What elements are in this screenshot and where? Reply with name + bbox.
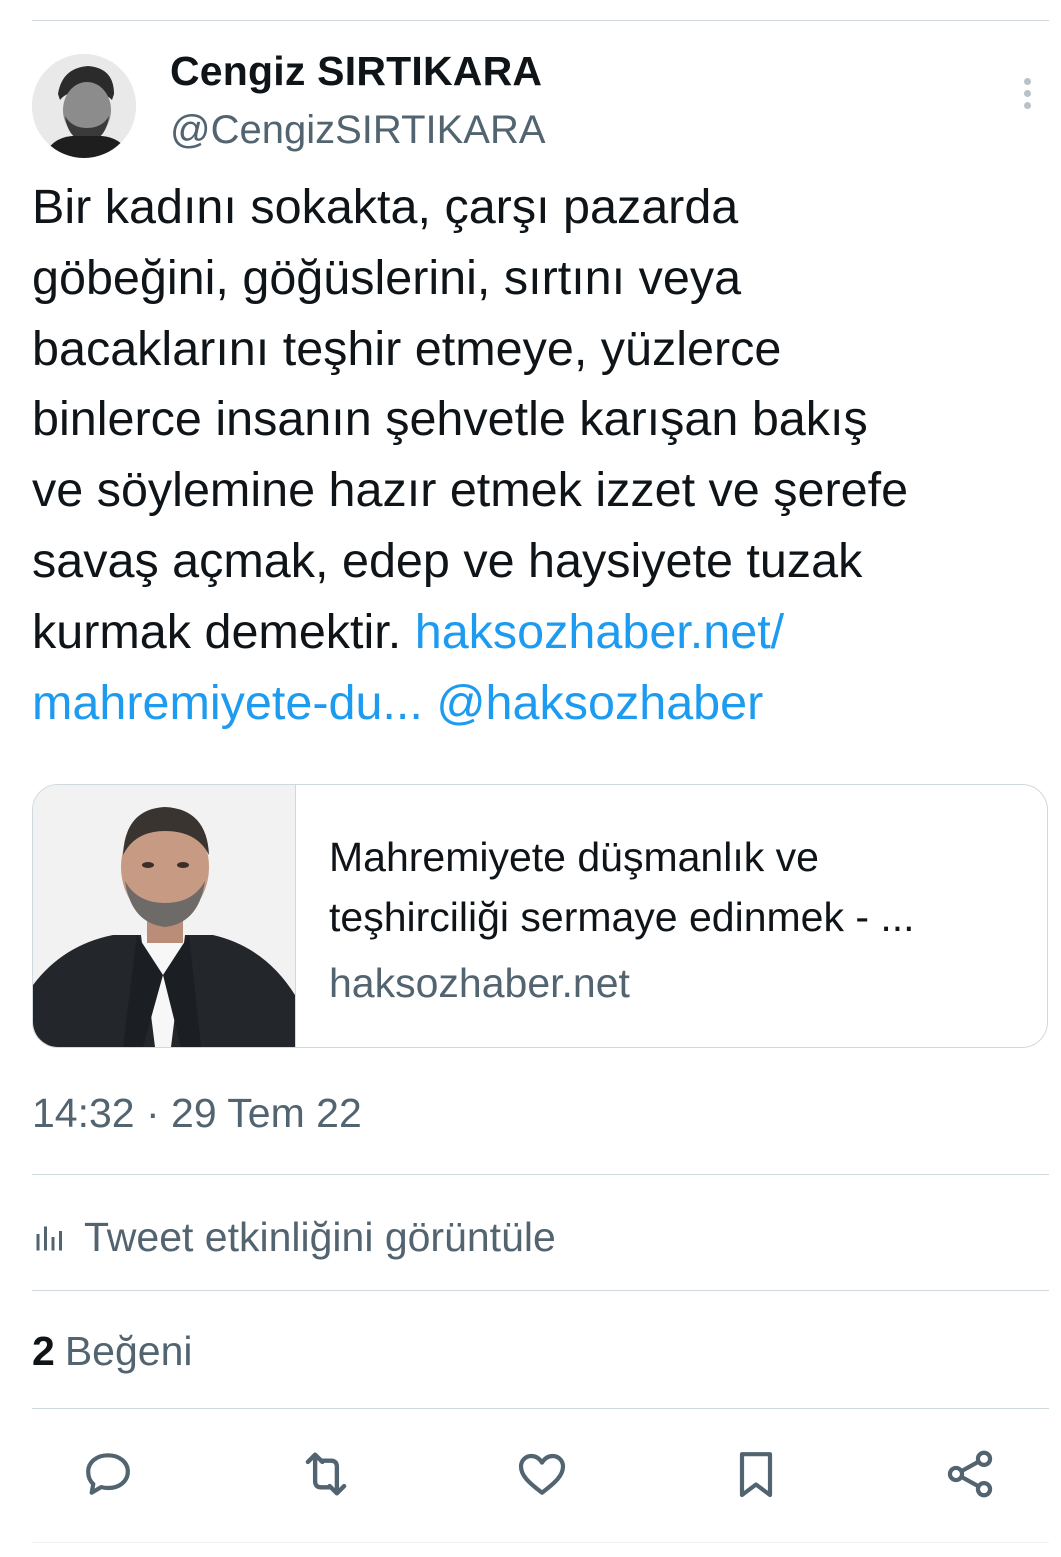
more-vertical-icon[interactable] bbox=[1015, 78, 1039, 112]
link-preview-card[interactable]: Mahremiyete düşmanlık ve teşhirciliği se… bbox=[32, 784, 1048, 1048]
reply-icon bbox=[86, 1453, 130, 1495]
bar-chart-icon bbox=[36, 1226, 62, 1251]
view-activity-button[interactable]: Tweet etkinliğini görüntüle bbox=[32, 1210, 556, 1264]
bookmark-button[interactable] bbox=[726, 1444, 786, 1504]
divider bbox=[32, 1408, 1049, 1409]
tweet-link[interactable]: haksozhaber.net/ bbox=[415, 605, 784, 659]
tweet-line: binlerce insanın şehvetle karışan bakış bbox=[32, 392, 868, 447]
author-handle[interactable]: @CengizSIRTIKARA bbox=[170, 108, 546, 153]
author-avatar[interactable] bbox=[32, 54, 136, 158]
likes-label: Beğeni bbox=[64, 1328, 193, 1374]
reply-button[interactable] bbox=[78, 1444, 138, 1504]
top-divider bbox=[32, 20, 1049, 21]
divider bbox=[32, 1174, 1049, 1175]
tweet-timestamp[interactable]: 14:32 · 29 Tem 22 bbox=[32, 1090, 362, 1137]
tweet-line: Bir kadını sokakta, çarşı pazarda bbox=[32, 180, 739, 234]
likes-summary[interactable]: 2 Beğeni bbox=[32, 1328, 192, 1375]
retweet-icon bbox=[305, 1452, 347, 1496]
avatar-photo bbox=[32, 54, 136, 158]
tweet-line: ve söylemine hazır etmek izzet ve şerefe bbox=[32, 463, 909, 518]
bookmark-icon bbox=[739, 1452, 773, 1498]
view-activity-label: Tweet etkinliğini görüntüle bbox=[84, 1213, 556, 1260]
tweet-link-continued[interactable]: mahremiyete-du... bbox=[32, 676, 423, 730]
card-thumbnail bbox=[33, 785, 296, 1047]
likes-count: 2 bbox=[32, 1328, 55, 1374]
tweet-text: Bir kadını sokakta, çarşı pazarda göbeği… bbox=[32, 172, 1047, 738]
card-title: Mahremiyete düşmanlık ve teşhirciliği se… bbox=[329, 834, 915, 940]
tweet-line: bacaklarını teşhir etmeye, yüzlerce bbox=[32, 321, 782, 376]
author-name[interactable]: Cengiz SIRTIKARA bbox=[170, 48, 542, 95]
mention-link[interactable]: @haksozhaber bbox=[436, 676, 763, 730]
tweet-line: göbeğini, göğüslerini, sırtını veya bbox=[32, 250, 742, 305]
tweet-line: kurmak demektir. bbox=[32, 604, 402, 659]
share-icon bbox=[947, 1450, 993, 1498]
like-button[interactable] bbox=[512, 1444, 572, 1504]
heart-icon bbox=[518, 1453, 566, 1495]
card-domain: haksozhaber.net bbox=[329, 960, 630, 1006]
divider bbox=[32, 1290, 1049, 1291]
retweet-button[interactable] bbox=[296, 1444, 356, 1504]
bottom-divider bbox=[32, 1542, 1049, 1543]
tweet-line: savaş açmak, edep ve haysiyete tuzak bbox=[32, 533, 863, 588]
share-button[interactable] bbox=[940, 1444, 1000, 1504]
